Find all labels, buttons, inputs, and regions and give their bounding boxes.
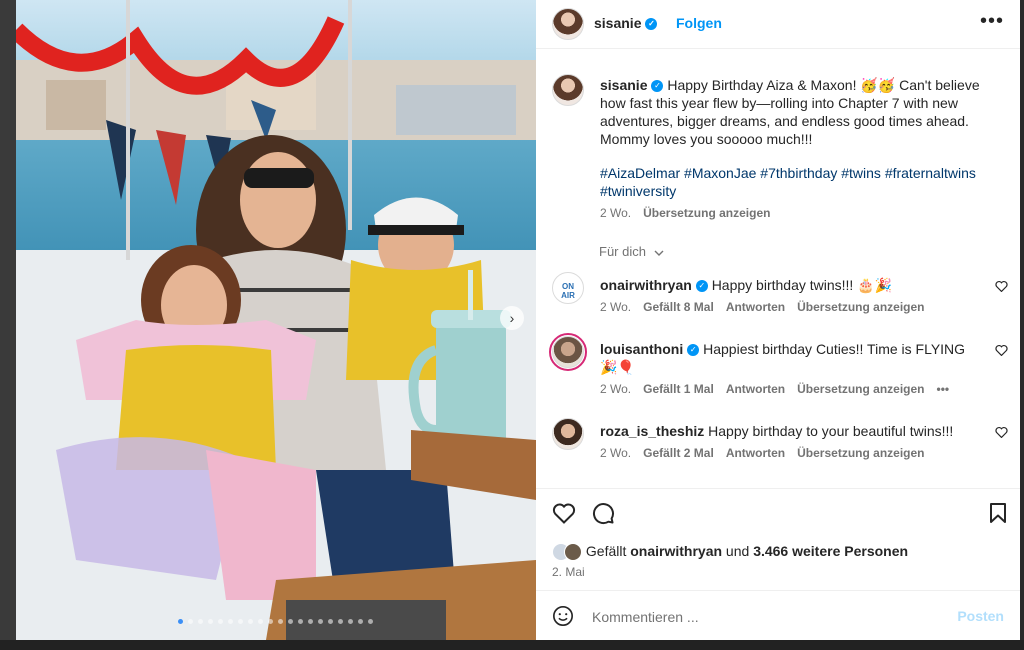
author-username[interactable]: sisanie ✓ [594,15,658,31]
caption-translate-link[interactable]: Übersetzung anzeigen [643,206,770,220]
comment-heart-icon[interactable] [995,344,1008,356]
post-modal: › sisanie ✓ Folgen ••• sisanie ✓ Happy Bir… [16,0,1020,640]
likes-summary[interactable]: Gefällt onairwithryan und 3.466 weitere … [552,543,908,562]
post-header: sisanie ✓ Folgen ••• [536,0,1020,49]
comment-body: Happy birthday twins!!! 🎂🎉 [711,277,893,293]
author-avatar[interactable] [552,8,584,40]
comment-username[interactable]: louisanthoni [600,341,683,357]
comment-likes[interactable]: Gefällt 2 Mal [643,446,714,460]
comment-likes[interactable]: Gefällt 8 Mal [643,300,714,314]
comment-more-icon[interactable]: ••• [937,382,950,396]
carousel-dot [368,619,373,624]
post-sidebar: sisanie ✓ Folgen ••• sisanie ✓ Happy Birth… [536,0,1020,640]
comment-likes[interactable]: Gefällt 1 Mal [643,382,714,396]
commenter-avatar[interactable] [549,333,587,371]
comment-heart-icon[interactable] [995,426,1008,438]
carousel-dot [358,619,363,624]
comment-reply-button[interactable]: Antworten [726,446,785,460]
carousel-dot [318,619,323,624]
verified-badge-icon: ✓ [651,80,664,93]
carousel-dot [208,619,213,624]
carousel-dot [348,619,353,624]
likes-others[interactable]: 3.466 weitere Personen [753,543,908,559]
post-photo[interactable]: › [16,0,536,640]
carousel-dot [238,619,243,624]
comment-reply-button[interactable]: Antworten [726,300,785,314]
more-options-icon[interactable]: ••• [980,10,1004,33]
comment-meta: 2 Wo. Gefällt 1 Mal Antworten Übersetzung a… [600,382,961,396]
likes-prefix: Gefällt [585,543,631,559]
commenter-avatar[interactable] [552,272,584,304]
comment-age: 2 Wo. [600,382,632,396]
liker-avatar [564,543,582,562]
photo-illustration [16,0,536,640]
verified-badge-icon: ✓ [645,18,658,31]
comment-text: roza_is_theshiz Happy birthday to your b… [600,422,982,440]
likes-middle: und [722,543,754,559]
comment-icon[interactable] [591,501,615,525]
heart-icon[interactable] [552,501,576,525]
carousel-dot [308,619,313,624]
carousel-dot [198,619,203,624]
next-slide-icon[interactable]: › [500,306,524,330]
carousel-dot [338,619,343,624]
carousel-dot [218,619,223,624]
post-actions: Gefällt onairwithryan und 3.466 weitere … [536,488,1020,591]
carousel-dot [288,619,293,624]
carousel-dots [178,619,373,624]
comment-age: 2 Wo. [600,300,632,314]
commenter-avatar[interactable] [552,418,584,450]
carousel-dot [188,619,193,624]
carousel-dot [258,619,263,624]
carousel-dot [278,619,283,624]
follow-button[interactable]: Folgen [676,15,722,31]
caption-meta: 2 Wo. Übersetzung anzeigen [600,206,770,220]
caption-age: 2 Wo. [600,206,632,220]
comment-meta: 2 Wo. Gefällt 8 Mal Antworten Übersetzung a… [600,300,937,314]
verified-badge-icon: ✓ [695,280,708,293]
comment-meta: 2 Wo. Gefällt 2 Mal Antworten Übersetzung a… [600,446,937,460]
comment-translate-link[interactable]: Übersetzung anzeigen [797,382,924,396]
carousel-dot [248,619,253,624]
comment-composer: Posten [536,590,1020,641]
post-date: 2. Mai [552,565,585,579]
caption-avatar[interactable] [552,74,584,106]
comment-translate-link[interactable]: Übersetzung anzeigen [797,300,924,314]
comment-text: louisanthoni ✓ Happiest birthday Cuties!!… [600,340,982,376]
sort-dropdown[interactable]: Für dich [599,244,664,259]
caption-text: sisanie ✓ Happy Birthday Aiza & Maxon! 🥳🥳… [600,76,1002,148]
comment-username[interactable]: onairwithryan [600,277,692,293]
carousel-dot [268,619,273,624]
sort-label: Für dich [599,244,646,259]
caption-hashtags[interactable]: #AizaDelmar #MaxonJae #7thbirthday #twin… [600,164,1002,200]
comment-reply-button[interactable]: Antworten [726,382,785,396]
comment-heart-icon[interactable] [995,280,1008,292]
background-page-strip-bottom [0,640,1024,650]
likes-user[interactable]: onairwithryan [630,543,722,559]
comments-section[interactable]: sisanie ✓ Happy Birthday Aiza & Maxon! 🥳🥳… [536,48,1020,488]
comment-username[interactable]: roza_is_theshiz [600,423,704,439]
comment-age: 2 Wo. [600,446,632,460]
bookmark-icon[interactable] [986,501,1010,525]
background-page-strip [0,0,16,650]
post-comment-button[interactable]: Posten [957,608,1004,624]
carousel-dot [178,619,183,624]
comment-input[interactable] [590,604,954,630]
verified-badge-icon: ✓ [687,344,700,357]
carousel-dot [228,619,233,624]
comment-translate-link[interactable]: Übersetzung anzeigen [797,446,924,460]
caption-username[interactable]: sisanie [600,77,647,93]
background-page-strip-right [1020,0,1024,650]
comment-body: Happy birthday to your beautiful twins!!… [708,423,954,439]
chevron-down-icon [654,250,664,256]
comment-text: onairwithryan ✓ Happy birthday twins!!! 🎂… [600,276,982,294]
author-username-text: sisanie [594,15,642,31]
carousel-dot [328,619,333,624]
emoji-icon[interactable] [552,605,574,627]
carousel-dot [298,619,303,624]
